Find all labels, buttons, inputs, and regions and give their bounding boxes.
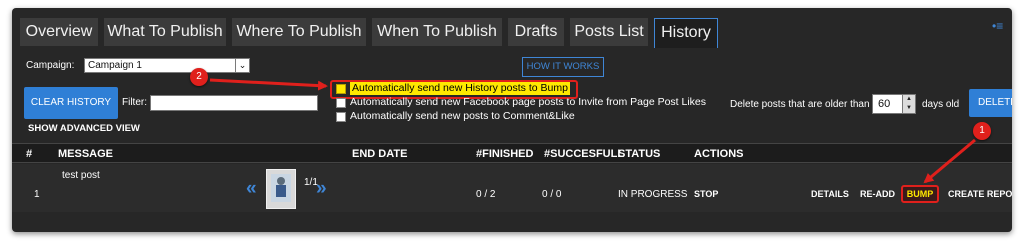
col-end-date-header: END DATE — [352, 148, 408, 160]
auto-comment-like-label: Automatically send new posts to Comment&… — [350, 110, 575, 122]
tab-posts-list[interactable]: Posts List — [570, 18, 648, 46]
chevron-down-icon: ⌄ — [235, 59, 249, 72]
tab-overview[interactable]: Overview — [20, 18, 98, 46]
annotation-badge-2: 2 — [190, 68, 208, 86]
days-value: 60 — [878, 98, 891, 110]
tab-where-to-publish[interactable]: Where To Publish — [232, 18, 366, 46]
row-successful: 0 / 0 — [542, 189, 562, 200]
show-advanced-view-link[interactable]: SHOW ADVANCED VIEW — [28, 122, 140, 136]
clear-history-button[interactable]: CLEAR HISTORY — [24, 87, 118, 119]
row-index: 1 — [34, 189, 40, 200]
app-window: Overview What To Publish Where To Publis… — [12, 8, 1012, 232]
campaign-select[interactable]: Campaign 1 ⌄ — [84, 58, 250, 73]
stepper-up-icon[interactable]: ▲ — [902, 95, 915, 104]
annotation-badge-1: 1 — [973, 122, 991, 140]
delete-older-label: Delete posts that are older than — [730, 99, 870, 110]
col-status-header: STATUS — [618, 148, 661, 160]
stop-button[interactable]: STOP — [694, 188, 718, 201]
auto-comment-like-checkbox[interactable] — [336, 112, 346, 122]
delete-button[interactable]: DELETE — [969, 89, 1012, 117]
filter-label: Filter: — [122, 97, 147, 108]
campaign-select-value: Campaign 1 — [88, 60, 142, 71]
days-stepper[interactable]: 60 ▲ ▼ — [872, 94, 916, 114]
row-message: test post — [62, 170, 100, 181]
tab-drafts[interactable]: Drafts — [508, 18, 564, 46]
table-header: # MESSAGE END DATE #FINISHED #SUCCESFULL… — [12, 143, 1012, 163]
post-thumbnail — [266, 169, 296, 209]
filter-input[interactable] — [150, 95, 318, 111]
row-finished: 0 / 2 — [476, 189, 496, 200]
col-finished-header: #FINISHED — [476, 148, 534, 160]
col-successful-header: #SUCCESFULL — [544, 148, 625, 160]
thumbnail-image — [271, 174, 291, 202]
days-old-label: days old — [922, 99, 960, 110]
double-chevron-left-icon[interactable]: « — [246, 179, 257, 198]
col-message-header: MESSAGE — [58, 148, 114, 160]
how-it-works-button[interactable]: HOW IT WORKS — [522, 57, 604, 77]
auto-invite-checkbox[interactable] — [336, 98, 346, 108]
row-status: IN PROGRESS — [618, 189, 688, 200]
stepper-down-icon[interactable]: ▼ — [902, 104, 915, 113]
re-add-button[interactable]: RE-ADD — [860, 188, 895, 201]
col-actions-header: ACTIONS — [694, 148, 744, 160]
create-report-button[interactable]: CREATE REPORT — [948, 188, 1012, 201]
menu-icon[interactable]: •≡ — [992, 20, 1003, 32]
auto-bump-label: Automatically send new History posts to … — [350, 82, 570, 95]
auto-bump-checkbox[interactable] — [336, 84, 346, 94]
campaign-label: Campaign: — [26, 60, 75, 71]
tab-when-to-publish[interactable]: When To Publish — [372, 18, 502, 46]
tab-what-to-publish[interactable]: What To Publish — [104, 18, 226, 46]
auto-invite-label: Automatically send new Facebook page pos… — [350, 96, 707, 108]
bump-button[interactable]: BUMP — [901, 185, 939, 203]
tab-history[interactable]: History — [654, 18, 718, 48]
double-chevron-right-icon[interactable]: » — [316, 179, 327, 198]
col-index-header: # — [26, 148, 33, 160]
details-button[interactable]: DETAILS — [811, 188, 849, 201]
